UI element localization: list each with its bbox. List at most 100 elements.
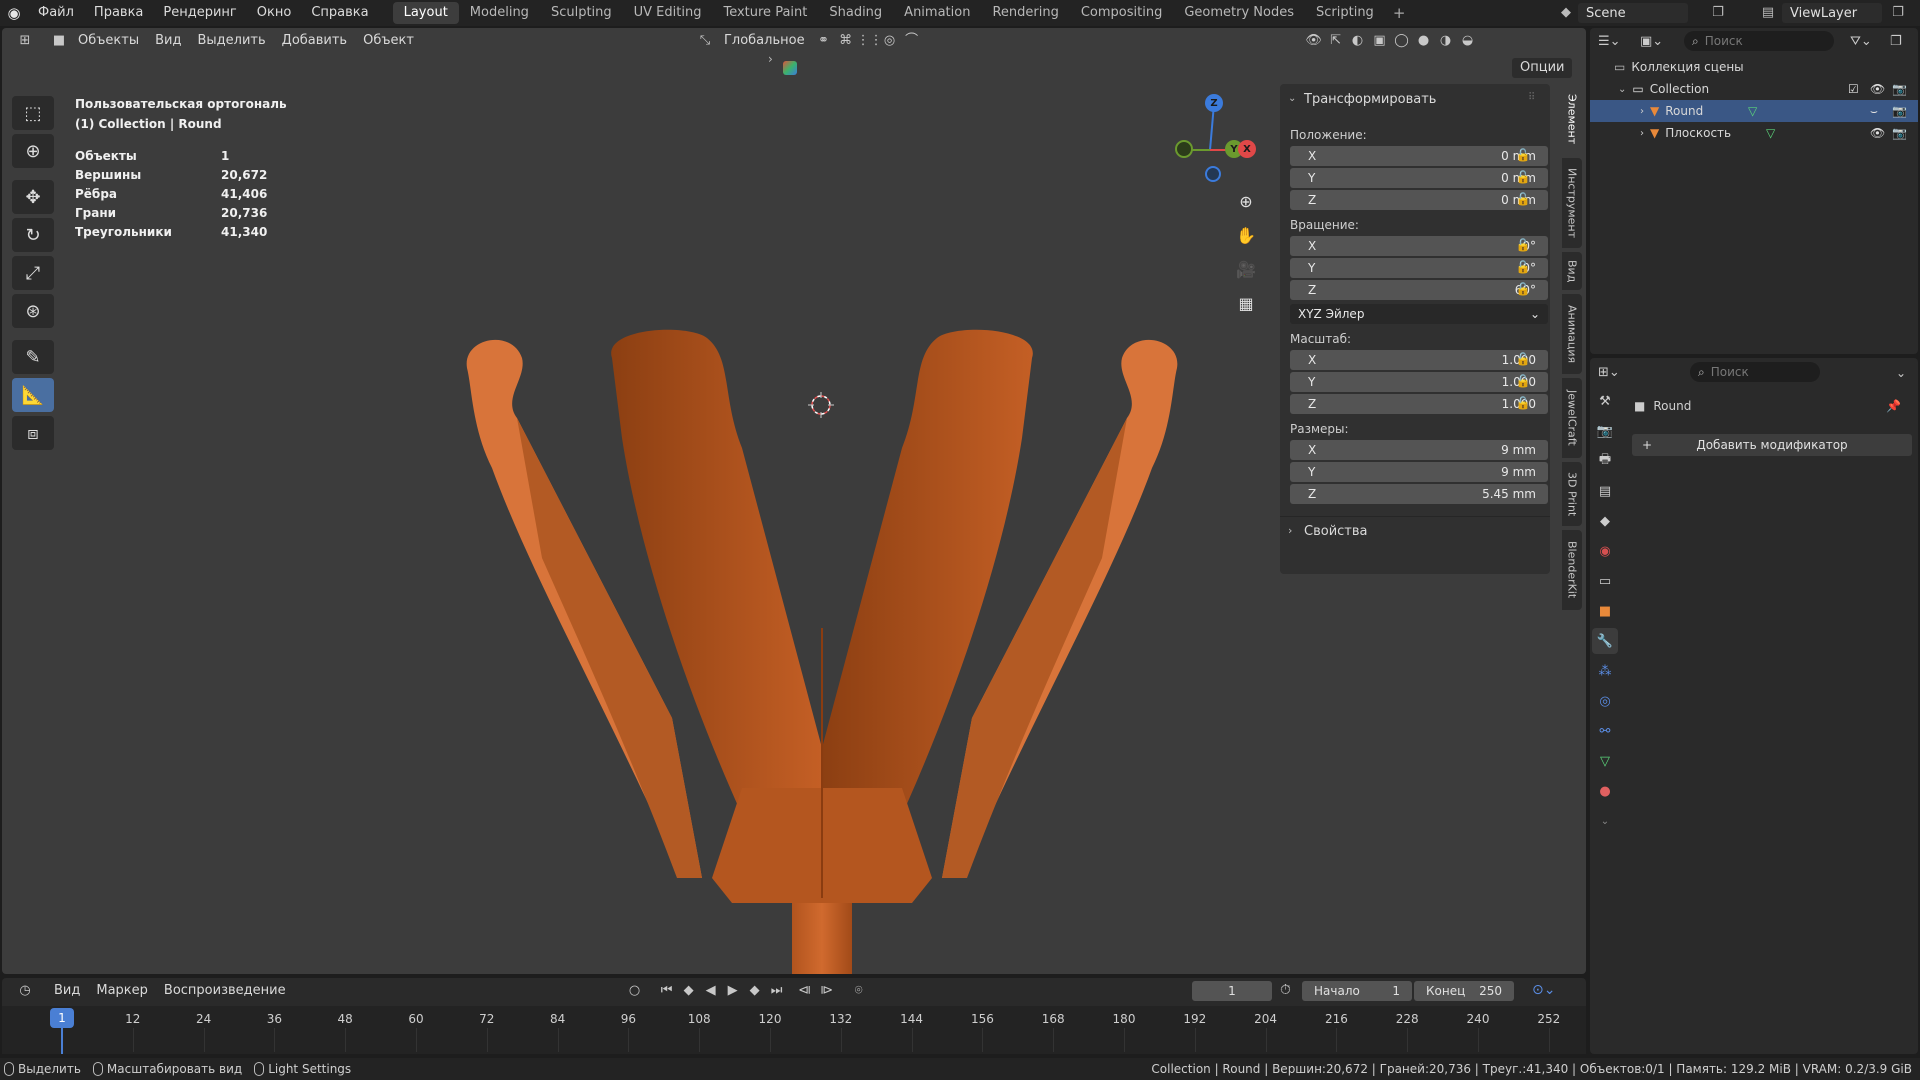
gizmo-neg-z[interactable] [1205, 166, 1221, 182]
dimensions-z-field[interactable]: Z 5.45 mm [1290, 484, 1548, 504]
gizmo-neg-y[interactable] [1175, 140, 1193, 158]
measure-tool-icon[interactable]: 📐 [12, 378, 54, 412]
eye-icon[interactable]: 👁 [1870, 126, 1885, 140]
mode-selector[interactable]: Объекты [70, 30, 147, 52]
current-frame-field[interactable]: 1 [1192, 981, 1272, 1001]
visibility-icon[interactable]: 👁 [1303, 30, 1325, 52]
material-shading-icon[interactable]: ◑ [1435, 30, 1457, 52]
lock-icon[interactable]: 🔓 [1514, 260, 1532, 278]
outliner-row-round[interactable]: › ▼ Round ▽ ⌣ 📷 [1590, 100, 1918, 122]
lock-icon[interactable]: 🔓 [1514, 396, 1532, 414]
chevron-right-icon[interactable]: › [1640, 106, 1644, 117]
add-cube-tool-icon[interactable]: ⧈ [12, 416, 54, 450]
jump-end-icon[interactable]: ⏭ [766, 980, 788, 1002]
object-tab-icon[interactable]: ■ [1592, 598, 1618, 624]
wireframe-shading-icon[interactable]: ◯ [1391, 30, 1413, 52]
properties-search[interactable]: ⌕ Поиск [1690, 362, 1820, 382]
annotate-tool-icon[interactable]: ✎ [12, 340, 54, 374]
expand-properties-icon[interactable]: › [1288, 524, 1292, 537]
editor-type-icon[interactable]: ⊞ [14, 30, 36, 52]
prev-frame-icon[interactable]: ⧏ [794, 980, 816, 1002]
tab-3d-print[interactable]: 3D Print [1562, 462, 1582, 526]
play-reverse-icon[interactable]: ◀ [700, 980, 722, 1002]
menu-add[interactable]: Добавить [274, 30, 355, 52]
next-frame-icon[interactable]: ⧐ [816, 980, 838, 1002]
gizmo-x-axis[interactable]: X [1238, 140, 1256, 158]
world-tab-icon[interactable]: ◉ [1592, 538, 1618, 564]
zoom-icon[interactable]: ⊕ [1231, 186, 1261, 216]
menu-help[interactable]: Справка [301, 0, 378, 26]
select-box-tool-icon[interactable]: ⬚ [12, 96, 54, 130]
overlays-icon[interactable]: ◐ [1347, 30, 1369, 52]
pivot-point-icon[interactable]: ⚭ [813, 30, 835, 52]
snap-grid-icon[interactable]: ⋮⋮ [857, 30, 883, 52]
tab-view[interactable]: Вид [1562, 252, 1582, 290]
scale-x-field[interactable]: X 1.000 [1290, 350, 1548, 370]
xray-icon[interactable]: ▣ [1369, 30, 1391, 52]
ortho-grid-icon[interactable]: ▦ [1231, 288, 1261, 318]
new-collection-icon[interactable]: ❐ [1890, 31, 1902, 53]
addon-icon[interactable] [783, 61, 797, 75]
modifier-tab-icon[interactable]: 🔧 [1592, 628, 1618, 654]
drag-handle-icon[interactable]: ⠿ [1528, 92, 1535, 103]
timeline-editor-type-icon[interactable]: ◷ [14, 980, 36, 1002]
rotate-tool-icon[interactable]: ↻ [12, 218, 54, 252]
menu-render[interactable]: Рендеринг [153, 0, 246, 26]
cursor-tool-icon[interactable]: ⊕ [12, 134, 54, 168]
lock-icon[interactable]: 🔓 [1514, 352, 1532, 370]
tab-tool[interactable]: Инструмент [1562, 158, 1582, 248]
chevron-down-icon[interactable]: ⌄ [1618, 84, 1626, 95]
scene-selector[interactable]: Scene [1578, 3, 1688, 23]
end-frame-field[interactable]: Конец 250 [1414, 981, 1514, 1001]
new-scene-icon[interactable]: ❐ [1708, 3, 1728, 23]
tab-animation[interactable]: Animation [893, 2, 981, 24]
tab-sculpting[interactable]: Sculpting [540, 2, 623, 24]
outliner-row-plane[interactable]: › ▼ Плоскость ▽ 👁 📷 [1590, 122, 1918, 144]
transform-tool-icon[interactable]: ⊛ [12, 294, 54, 328]
collapse-transform-icon[interactable]: ⌄ [1288, 93, 1296, 104]
properties-section-title[interactable]: Свойства [1304, 524, 1368, 539]
menu-window[interactable]: Окно [247, 0, 302, 26]
scale-y-field[interactable]: Y 1.000 [1290, 372, 1548, 392]
timeline-menu-playback[interactable]: Воспроизведение [156, 980, 294, 1002]
snap-icon[interactable]: ⌘ [835, 30, 857, 52]
stopwatch-icon[interactable]: ⏱ [1280, 982, 1291, 998]
playback-options-icon[interactable]: ⊙⌄ [1532, 982, 1555, 998]
dimensions-x-field[interactable]: X 9 mm [1290, 440, 1548, 460]
viewlayer-icon[interactable]: ▤ [1758, 3, 1778, 23]
camera-view-icon[interactable]: 🎥 [1231, 254, 1261, 284]
rendered-shading-icon[interactable]: ◒ [1457, 30, 1479, 52]
solid-shading-icon[interactable]: ● [1413, 30, 1435, 52]
more-tabs-icon[interactable]: ⌄ [1592, 808, 1618, 834]
pin-icon[interactable]: 📌 [1886, 399, 1901, 413]
lock-icon[interactable]: 🔓 [1514, 282, 1532, 300]
eye-icon[interactable]: ⌣ [1870, 104, 1878, 119]
output-tab-icon[interactable]: 🖶 [1592, 448, 1618, 474]
chevron-right-icon[interactable]: › [1640, 128, 1644, 139]
gizmo-toggle-icon[interactable]: ⇱ [1325, 30, 1347, 52]
options-dropdown[interactable]: Опции [1512, 58, 1573, 78]
rotation-x-field[interactable]: X 0° [1290, 236, 1548, 256]
3d-viewport[interactable]: ⊞ ■ Объекты Вид Выделить Добавить Объект… [2, 28, 1586, 974]
properties-editor-type-icon[interactable]: ⊞⌄ [1598, 362, 1620, 384]
eye-icon[interactable]: 👁 [1870, 82, 1885, 96]
display-mode-icon[interactable]: ▣⌄ [1640, 31, 1670, 53]
material-tab-icon[interactable]: ● [1592, 778, 1618, 804]
collection-tab-icon[interactable]: ▭ [1592, 568, 1618, 594]
dimensions-y-field[interactable]: Y 9 mm [1290, 462, 1548, 482]
menu-object[interactable]: Объект [355, 30, 422, 52]
tab-animation[interactable]: Анимация [1562, 294, 1582, 374]
chevron-down-icon[interactable]: ⌄ [1896, 362, 1906, 384]
new-view-layer-icon[interactable]: ❐ [1888, 3, 1908, 23]
transform-orientation-dropdown[interactable]: Глобальное [716, 30, 813, 52]
add-workspace-icon[interactable]: + [1385, 4, 1414, 22]
falloff-icon[interactable]: ⌒ [901, 30, 923, 52]
scale-tool-icon[interactable]: ⤢ [12, 256, 54, 290]
timeline-track-area[interactable] [2, 1006, 1586, 1054]
timeline-menu-marker[interactable]: Маркер [88, 980, 156, 1002]
mesh-data-icon[interactable]: ▽ [1766, 126, 1775, 140]
move-tool-icon[interactable]: ✥ [12, 180, 54, 214]
playhead[interactable]: 1 [50, 1008, 74, 1028]
constraints-tab-icon[interactable]: ⚯ [1592, 718, 1618, 744]
location-y-field[interactable]: Y0 mm [1290, 168, 1548, 188]
